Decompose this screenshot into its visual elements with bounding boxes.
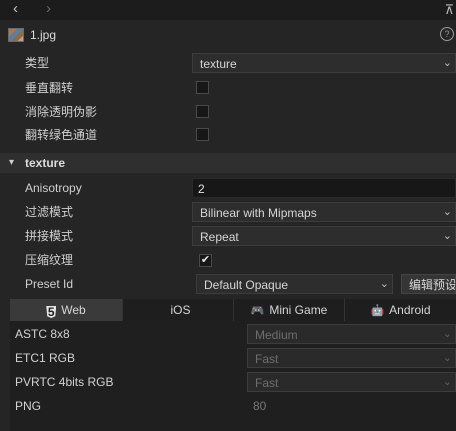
collapse-caret-icon[interactable]: ▾	[9, 153, 14, 173]
android-icon: 🤖	[370, 305, 385, 317]
wrap-mode-label: 拼接模式	[25, 229, 74, 243]
tab-ios-label: iOS	[170, 303, 191, 317]
preset-id-label: Preset Id	[25, 277, 74, 291]
pvrtc-quality-select[interactable]: Fast ⌄	[247, 372, 456, 392]
type-select[interactable]: texture ⌄	[192, 53, 456, 73]
format-label-pvrtc: PVRTC 4bits RGB	[15, 375, 114, 389]
preset-id-value: Default Opaque	[204, 278, 289, 292]
chevron-down-icon: ⌄	[379, 278, 389, 290]
texture-section-title: texture	[25, 156, 66, 170]
chevron-down-icon: ⌄	[442, 376, 452, 388]
tab-web[interactable]: 5 Web	[10, 299, 123, 321]
astc-quality-value: Medium	[255, 328, 298, 342]
anisotropy-input[interactable]: 2	[192, 178, 456, 198]
tab-android[interactable]: 🤖 Android	[345, 299, 456, 321]
filter-mode-value: Bilinear with Mipmaps	[200, 206, 317, 220]
help-icon[interactable]: ?	[440, 27, 454, 41]
forward-arrow-icon[interactable]: ›	[46, 0, 51, 20]
astc-quality-select[interactable]: Medium ⌄	[247, 324, 456, 344]
tab-mini-game[interactable]: 🎮 Mini Game	[234, 299, 345, 321]
png-quality-value[interactable]: 80	[253, 396, 266, 416]
type-select-value: texture	[200, 57, 237, 71]
wrap-mode-select[interactable]: Repeat ⌄	[192, 226, 456, 246]
anisotropy-label: Anisotropy	[25, 181, 82, 195]
type-label: 类型	[25, 56, 50, 70]
file-name: 1.jpg	[30, 28, 57, 42]
tab-web-label: Web	[61, 303, 86, 317]
back-arrow-icon[interactable]: ‹	[13, 0, 18, 20]
filter-mode-select[interactable]: Bilinear with Mipmaps ⌄	[192, 202, 456, 222]
gamepad-icon: 🎮	[250, 305, 265, 317]
chevron-down-icon: ⌄	[442, 57, 452, 69]
format-label-png: PNG	[15, 399, 42, 413]
pvrtc-quality-value: Fast	[255, 376, 279, 390]
remove-alpha-artifacts-checkbox[interactable]	[196, 105, 209, 118]
tab-android-label: Android	[389, 303, 431, 317]
flip-green-channel-checkbox[interactable]	[196, 128, 209, 141]
edit-preset-button[interactable]: 编辑预设	[401, 274, 456, 294]
chevron-down-icon: ⌄	[442, 328, 452, 340]
top-toolbar	[0, 0, 456, 20]
remove-alpha-artifacts-label: 消除透明伪影	[25, 105, 98, 119]
filter-mode-label: 过滤模式	[25, 205, 74, 219]
pin-icon[interactable]: ⊼	[444, 0, 454, 20]
wrap-mode-value: Repeat	[200, 230, 239, 244]
html5-icon: 5	[46, 305, 57, 319]
tab-ios[interactable]: iOS	[123, 299, 234, 321]
flip-green-channel-label: 翻转绿色通道	[25, 128, 98, 142]
chevron-down-icon: ⌄	[442, 206, 452, 218]
preset-id-select[interactable]: Default Opaque ⌄	[196, 274, 393, 294]
flip-vertical-label: 垂直翻转	[25, 81, 74, 95]
format-label-astc: ASTC 8x8	[15, 327, 70, 341]
etc1-quality-select[interactable]: Fast ⌄	[247, 348, 456, 368]
chevron-down-icon: ⌄	[442, 352, 452, 364]
compress-texture-checkbox[interactable]: ✔	[199, 254, 212, 267]
chevron-down-icon: ⌄	[442, 230, 452, 242]
compress-texture-label: 压缩纹理	[25, 253, 74, 267]
etc1-quality-value: Fast	[255, 352, 279, 366]
flip-vertical-checkbox[interactable]	[196, 81, 209, 94]
image-file-icon	[8, 28, 24, 42]
tab-mini-game-label: Mini Game	[269, 303, 328, 317]
format-label-etc1: ETC1 RGB	[15, 351, 76, 365]
texture-section-header[interactable]	[0, 153, 456, 173]
